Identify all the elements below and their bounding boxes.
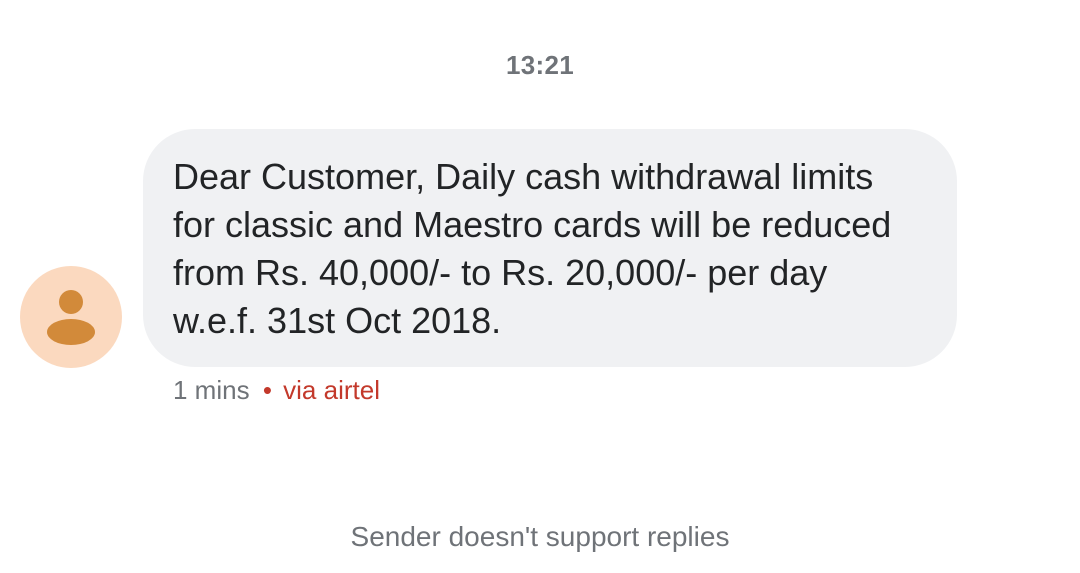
- message-meta: 1 mins • via airtel: [173, 374, 380, 406]
- meta-separator: •: [262, 375, 272, 405]
- message-text: Dear Customer, Daily cash withdrawal lim…: [173, 156, 892, 341]
- carrier-label: via airtel: [283, 375, 380, 405]
- message-bubble[interactable]: Dear Customer, Daily cash withdrawal lim…: [143, 129, 957, 367]
- message-age: 1 mins: [173, 375, 250, 405]
- sender-avatar[interactable]: [20, 266, 122, 368]
- person-icon: [47, 290, 95, 345]
- message-timestamp: 13:21: [506, 50, 574, 80]
- reply-unsupported-note: Sender doesn't support replies: [350, 521, 730, 552]
- message-thread-screen: 13:21 Dear Customer, Daily cash withdraw…: [0, 0, 1080, 573]
